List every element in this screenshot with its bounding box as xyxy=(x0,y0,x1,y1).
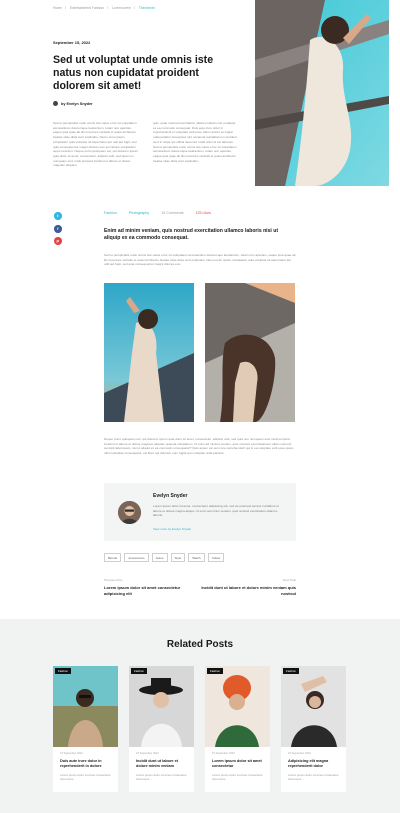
related-post-image[interactable] xyxy=(53,666,118,747)
related-post-excerpt: Lorem ipsum dolor sit amet consectetur e… xyxy=(136,773,187,782)
related-post-title[interactable]: Duis aute irure dolor in reprehenderit i… xyxy=(60,759,114,769)
body-paragraph: Neque porro quisquam est, qui dolorem ip… xyxy=(104,437,294,456)
lead-paragraph: Enim ad minim veniam, quis nostrud exerc… xyxy=(104,228,279,241)
tag-chip[interactable]: Accessories xyxy=(124,553,149,562)
post-author[interactable]: by Evelyn Snyder xyxy=(53,101,93,106)
category-badge[interactable]: Fashion xyxy=(207,668,223,674)
related-posts-heading: Related Posts xyxy=(166,639,234,650)
category-link[interactable]: Photography xyxy=(129,211,149,215)
related-post-title[interactable]: Adipisicing elit magna reprehenderit dol… xyxy=(288,759,342,769)
category-badge[interactable]: Fashion xyxy=(283,668,299,674)
category-link[interactable]: Fashion xyxy=(104,211,117,215)
related-post-image[interactable] xyxy=(129,666,194,747)
related-post-title[interactable]: Lorem ipsum dolor sit amet consectetur xyxy=(212,759,266,769)
twitter-icon: t xyxy=(57,213,59,219)
previous-post-label: Previous Post xyxy=(104,578,123,582)
related-post-excerpt: Lorem ipsum dolor sit amet consectetur e… xyxy=(288,773,339,782)
related-post-excerpt: Lorem ipsum dolor sit amet consectetur e… xyxy=(212,773,263,782)
tag-chip[interactable]: Blonde xyxy=(104,553,122,562)
author-posts-link[interactable]: View more by Evelyn Snyder xyxy=(153,527,191,531)
related-post-image[interactable] xyxy=(281,666,346,747)
author-box-name[interactable]: Evelyn Snyder xyxy=(153,493,187,499)
related-post-date: 15 September 2022 xyxy=(136,752,159,755)
likes-count[interactable]: 125 Likes xyxy=(196,211,211,215)
related-post-date: 15 September 2022 xyxy=(212,752,235,755)
breadcrumb-item[interactable]: Home xyxy=(53,6,62,10)
tag-chip[interactable]: Yellow xyxy=(207,553,225,562)
body-paragraph: Sed ut perspiciatis unde omnis iste natu… xyxy=(104,253,296,267)
hero-image xyxy=(255,0,389,186)
breadcrumb-current: Third level xyxy=(138,6,155,10)
post-meta: Fashion Photography 15 Comments 125 Like… xyxy=(104,211,211,215)
facebook-icon: f xyxy=(57,226,59,232)
related-post-excerpt: Lorem ipsum dolor sit amet consectetur e… xyxy=(60,773,111,782)
previous-post-title: Lorem ipsum dolor sit amet consectetur a… xyxy=(104,585,181,596)
category-badge[interactable]: Fashion xyxy=(131,668,147,674)
user-icon xyxy=(53,101,58,106)
related-post-card[interactable]: Fashion 15 September 2022 Adipisicing el… xyxy=(281,666,346,792)
category-badge[interactable]: Fashion xyxy=(55,668,71,674)
related-post-date: 15 September 2022 xyxy=(288,752,311,755)
breadcrumb: Home / Entertainment Fashion / Lorem lorem… xyxy=(53,6,155,10)
intro-column-left: Sed ut perspiciatis unde omnis iste natu… xyxy=(53,121,138,168)
author-box-bio: Lorem ipsum dolor sit amet, consectetur … xyxy=(153,504,279,518)
previous-post-link[interactable]: Previous Post Lorem ipsum dolor sit amet… xyxy=(104,578,194,597)
article-photo-left xyxy=(104,283,194,422)
next-post-title: Incidit dunt ut labore et dolore minim v… xyxy=(201,585,296,596)
post-title: Sed ut voluptat unde omnis iste natus no… xyxy=(53,54,214,92)
author-name: by Evelyn Snyder xyxy=(61,101,93,106)
intro-column-right: quis, quae nostrud exercitation ullamco … xyxy=(153,121,238,163)
tag-chip[interactable]: Watch xyxy=(188,553,205,562)
post-date: September 15, 2022 xyxy=(53,40,91,45)
twitter-share-button[interactable]: t xyxy=(54,212,62,220)
related-post-card[interactable]: Fashion 15 September 2022 Incidit dunt u… xyxy=(129,666,194,792)
pinterest-share-button[interactable]: p xyxy=(54,237,62,245)
next-post-label: Next Post xyxy=(282,578,296,582)
breadcrumb-item[interactable]: Lorem lorem xyxy=(112,6,131,10)
tag-chip[interactable]: Style xyxy=(170,553,186,562)
related-post-card[interactable]: Fashion 15 September 2022 Lorem ipsum do… xyxy=(205,666,270,792)
pinterest-icon: p xyxy=(56,238,59,244)
related-post-image[interactable] xyxy=(205,666,270,747)
tag-list: Blonde Accessories Jeans Style Watch Yel… xyxy=(104,553,225,562)
article-photo-right xyxy=(205,283,295,422)
author-avatar[interactable] xyxy=(118,501,141,524)
related-post-card[interactable]: Fashion 15 September 2022 Duis aute irur… xyxy=(53,666,118,792)
breadcrumb-item[interactable]: Entertainment Fashion xyxy=(70,6,104,10)
related-post-title[interactable]: Incidit dunt ut labore et dolore minim v… xyxy=(136,759,190,769)
next-post-link[interactable]: Next Post Incidit dunt ut labore et dolo… xyxy=(186,578,296,597)
facebook-share-button[interactable]: f xyxy=(54,225,62,233)
tag-chip[interactable]: Jeans xyxy=(151,553,168,562)
author-box: Evelyn Snyder Lorem ipsum dolor sit amet… xyxy=(104,483,296,541)
comments-count[interactable]: 15 Comments xyxy=(161,211,183,215)
related-post-date: 15 September 2022 xyxy=(60,752,83,755)
